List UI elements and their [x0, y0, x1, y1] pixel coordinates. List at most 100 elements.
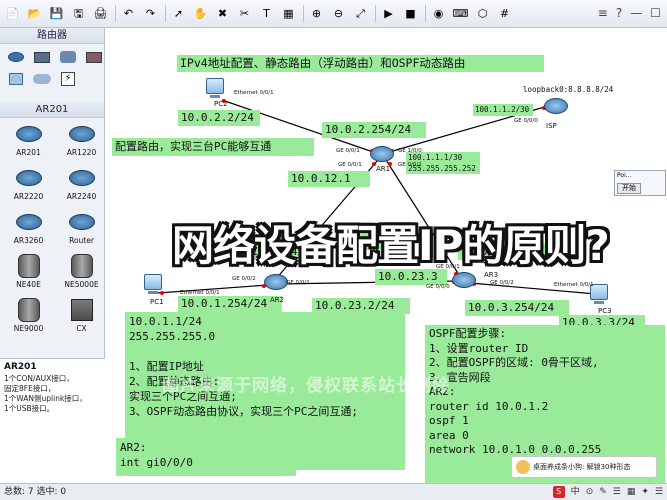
- isp-device[interactable]: [544, 98, 568, 114]
- ar1-ip-note: 10.0.2.254/24: [322, 122, 426, 138]
- model-label: AR2220: [13, 192, 44, 201]
- pc1-side-note: 10.0.1.254/24: [178, 296, 282, 312]
- description-title: AR201: [4, 362, 37, 372]
- model-item-ar201[interactable]: AR201: [6, 122, 51, 166]
- mini-window[interactable]: Poi... 开始: [614, 170, 666, 196]
- port-label: GE 0/0/0: [514, 118, 538, 124]
- headline-overlay: 网络设备配置IP的原则?: [172, 221, 610, 270]
- description-line: 1个CON/AUX接口，: [4, 374, 74, 383]
- cylinder-router-icon: [15, 298, 43, 322]
- device-panel: 路由器 ⚡ AR201 AR201 AR1220 AR2220 AR2240 AR326…: [0, 28, 105, 483]
- model-item-ar1220[interactable]: AR1220: [59, 122, 104, 166]
- port-label: GE 0/0/2: [398, 162, 422, 168]
- redo-icon[interactable]: ↷: [142, 5, 159, 22]
- pan-icon[interactable]: ✋: [192, 5, 209, 22]
- model-item-ar2220[interactable]: AR2220: [6, 166, 51, 210]
- fit-icon[interactable]: ⤢: [352, 5, 369, 22]
- delete-link-icon[interactable]: ✂: [236, 5, 253, 22]
- model-item-ar3260[interactable]: AR3260: [6, 210, 51, 254]
- ar1-device[interactable]: [370, 146, 394, 162]
- model-label: AR3260: [13, 236, 44, 245]
- palette-icon[interactable]: ▦: [280, 5, 297, 22]
- router-icon: [264, 274, 288, 290]
- undo-icon[interactable]: ↶: [120, 5, 137, 22]
- print-icon[interactable]: 🖨: [92, 5, 109, 22]
- cloud-category-icon[interactable]: [32, 70, 52, 88]
- port-label: GE 1/0/0: [398, 148, 422, 154]
- pc2-label: PC2: [214, 100, 228, 108]
- topology-canvas[interactable]: IPv4地址配置、静态路由（浮动路由）和OSPF动态路由 10.0.2.2/24…: [106, 28, 667, 483]
- model-item-cx[interactable]: CX: [59, 298, 104, 342]
- maximize-icon[interactable]: ☐: [650, 6, 661, 20]
- capture-icon[interactable]: ◉: [430, 5, 447, 22]
- tray-icon[interactable]: ✎: [599, 484, 607, 500]
- title-note: IPv4地址配置、静态路由（浮动路由）和OSPF动态路由: [177, 55, 544, 72]
- ar1-left-note: 10.0.12.1: [288, 171, 370, 187]
- category-header: 路由器: [0, 28, 104, 44]
- pc1-ip-text: 10.0.1.1/24: [129, 315, 202, 328]
- ar2-device[interactable]: [264, 274, 288, 290]
- mini-window-title: Poi...: [617, 172, 632, 179]
- grid-icon[interactable]: #: [496, 5, 513, 22]
- pc2-device[interactable]: [206, 78, 224, 98]
- config-goal-text: 配置路由，实现三台PC能够互通: [115, 140, 272, 153]
- cli-icon[interactable]: ⌨: [452, 5, 469, 22]
- topo-icon[interactable]: ⬡: [474, 5, 491, 22]
- menu-icon[interactable]: ≡: [598, 6, 608, 20]
- notification-popup[interactable]: 桌面养成条小狗: 解锁30种形态: [511, 456, 657, 478]
- text-icon[interactable]: T: [258, 5, 275, 22]
- zoom-in-icon[interactable]: ⊕: [308, 5, 325, 22]
- tray-icon[interactable]: ☰: [613, 484, 621, 500]
- model-label: AR2240: [66, 192, 97, 201]
- start-icon[interactable]: ▶: [380, 5, 397, 22]
- minimize-icon[interactable]: —: [630, 6, 642, 20]
- router-category-icon[interactable]: [6, 48, 26, 66]
- ospf-line: ospf 1: [429, 414, 469, 427]
- ar2-config-line: int gi0/0/0: [120, 456, 193, 469]
- model-item-ne40e[interactable]: NE40E: [6, 254, 51, 298]
- model-item-router[interactable]: Router: [59, 210, 104, 254]
- delete-icon[interactable]: ✖: [214, 5, 231, 22]
- open-icon[interactable]: 📂: [26, 5, 43, 22]
- dog-avatar-icon: [516, 460, 530, 474]
- model-item-ne9000[interactable]: NE9000: [6, 298, 51, 342]
- model-item-ne5000e[interactable]: NE5000E: [59, 254, 104, 298]
- toolbar-separator: [165, 5, 166, 22]
- description-line: 1个WAN侧uplink接口，: [4, 394, 87, 403]
- wlan-category-icon[interactable]: [58, 48, 78, 66]
- model-label: NE9000: [13, 324, 44, 333]
- tray-icon[interactable]: 中: [571, 484, 580, 500]
- pc1-device[interactable]: [144, 274, 162, 294]
- stop-icon[interactable]: ■: [402, 5, 419, 22]
- help-icon[interactable]: ?: [616, 6, 622, 20]
- pc-category-icon[interactable]: [6, 70, 26, 88]
- tray-icon[interactable]: ▦: [627, 484, 636, 500]
- status-text: 总数: 7 选中: 0: [4, 487, 67, 497]
- cylinder-router-icon: [68, 254, 96, 278]
- status-bar: 总数: 7 选中: 0 S 中 ⊙ ✎ ☰ ▦ ✦ ☰: [0, 483, 667, 500]
- ar2-right-ip-text: 10.0.23.2/24: [315, 299, 395, 312]
- sogou-ime-icon[interactable]: S: [552, 486, 565, 498]
- description-line: 1个USB接口。: [4, 404, 55, 413]
- firewall-category-icon[interactable]: [84, 48, 104, 66]
- new-icon[interactable]: 📄: [4, 5, 21, 22]
- save-icon[interactable]: 💾: [48, 5, 65, 22]
- zoom-out-icon[interactable]: ⊖: [330, 5, 347, 22]
- start-button[interactable]: 开始: [617, 183, 641, 194]
- cx-router-icon: [68, 298, 96, 322]
- power-category-icon[interactable]: ⚡: [58, 70, 78, 88]
- model-label: AR201: [16, 148, 41, 157]
- tray-icon[interactable]: ☰: [655, 484, 663, 500]
- select-icon[interactable]: ➚: [170, 5, 187, 22]
- tray-icon[interactable]: ⊙: [586, 484, 594, 500]
- tray-icon[interactable]: ✦: [641, 484, 649, 500]
- loopback-note: loopback0:8.8.8.8/24: [521, 84, 621, 96]
- ar3-device[interactable]: [452, 272, 476, 288]
- router-icon: [544, 98, 568, 114]
- toolbar: 📄 📂 💾 🖫 🖨 ↶ ↷ ➚ ✋ ✖ ✂ T ▦ ⊕ ⊖ ⤢ ▶ ■ ◉ ⌨ ⬡ # ≡? — ☐: [0, 0, 667, 28]
- save-as-icon[interactable]: 🖫: [70, 5, 87, 22]
- model-label: Router: [69, 236, 94, 245]
- model-item-ar2240[interactable]: AR2240: [59, 166, 104, 210]
- switch-category-icon[interactable]: [32, 48, 52, 66]
- router-icon: [15, 166, 43, 190]
